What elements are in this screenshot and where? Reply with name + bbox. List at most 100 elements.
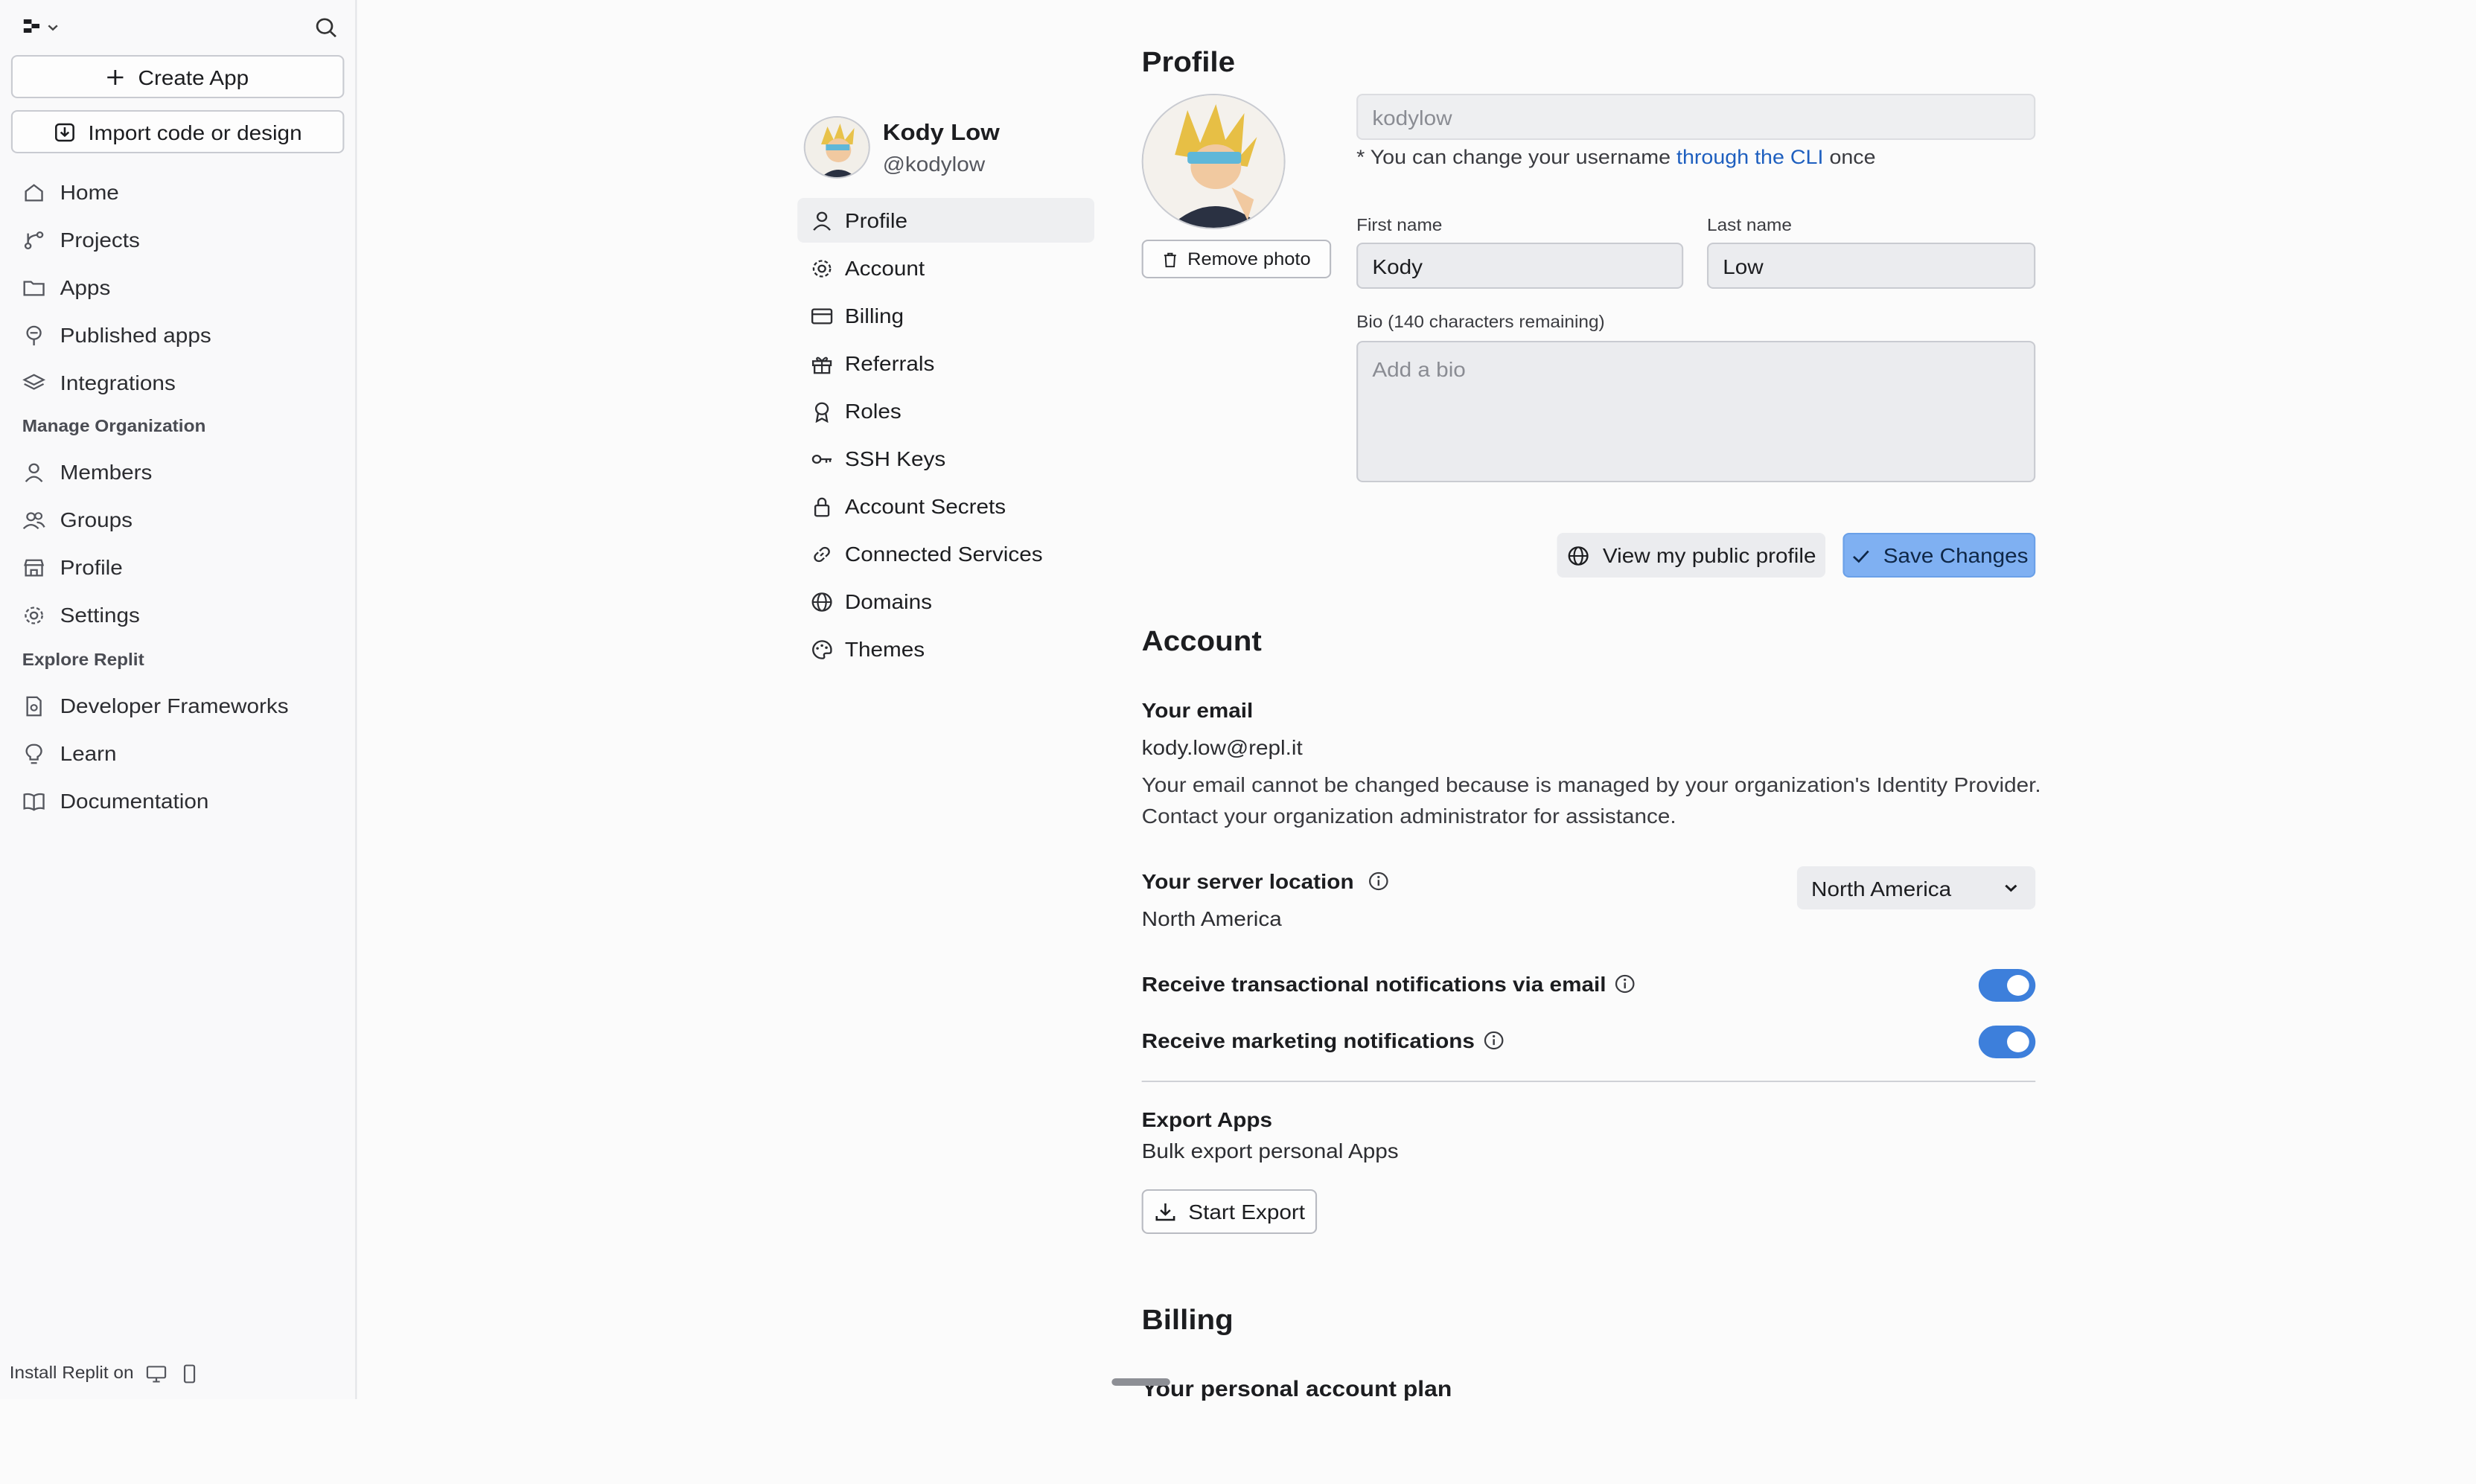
settings-nav-label: Billing — [844, 304, 904, 327]
home-icon — [25, 183, 43, 201]
transactional-notifications-label: Receive transactional notifications via … — [1141, 972, 1606, 996]
settings-nav-account-secrets[interactable]: Account Secrets — [797, 484, 1094, 528]
avatar-image-icon — [805, 118, 869, 177]
marketing-notifications-toggle[interactable] — [1978, 1026, 2036, 1058]
transactional-notifications-row: Receive transactional notifications via … — [1142, 972, 1636, 996]
settings-nav-label: Roles — [844, 399, 902, 423]
profile-photo[interactable] — [1141, 94, 1286, 229]
mobile-icon[interactable] — [178, 1363, 200, 1384]
settings-nav-themes[interactable]: Themes — [797, 627, 1094, 671]
remove-photo-label: Remove photo — [1187, 249, 1311, 269]
user-icon — [813, 211, 831, 230]
profile-photo-image-icon — [1143, 95, 1284, 228]
users-icon — [22, 511, 45, 529]
settings-nav-profile[interactable]: Profile — [797, 198, 1094, 243]
start-export-button[interactable]: Start Export — [1141, 1189, 1318, 1234]
card-icon — [811, 307, 833, 324]
workspace-switcher[interactable] — [22, 18, 60, 36]
sidebar-header — [22, 12, 338, 42]
server-location-label: Your server location — [1141, 869, 1354, 893]
sidebar-item-label: Members — [60, 460, 153, 484]
desktop-icon[interactable] — [144, 1363, 167, 1384]
last-name-label: Last name — [1707, 217, 1792, 235]
user-card: Kody Low @kodylow — [803, 116, 1000, 179]
cli-link[interactable]: through the CLI — [1676, 146, 1823, 168]
first-name-field[interactable]: Kody — [1356, 243, 1684, 289]
gear-icon — [812, 259, 832, 277]
search-icon[interactable] — [314, 16, 338, 38]
download-icon — [1155, 1203, 1175, 1221]
projects-icon — [24, 231, 44, 249]
settings-nav-connected-services[interactable]: Connected Services — [797, 531, 1094, 576]
layers-icon — [22, 373, 46, 389]
settings-nav-account[interactable]: Account — [797, 246, 1094, 290]
settings-nav-roles[interactable]: Roles — [797, 388, 1094, 433]
sidebar-item-org-profile[interactable]: Profile — [22, 549, 123, 585]
manage-organization-heading: Manage Organization — [22, 418, 206, 436]
create-app-button[interactable]: Create App — [10, 55, 345, 98]
billing-heading: Billing — [1141, 1305, 1234, 1337]
plus-icon — [108, 69, 124, 84]
profile-heading: Profile — [1141, 48, 1236, 79]
settings-nav-ssh-keys[interactable]: SSH Keys — [797, 436, 1094, 481]
sidebar-item-documentation[interactable]: Documentation — [22, 783, 209, 819]
settings-nav-label: Account Secrets — [844, 494, 1006, 518]
view-public-profile-button[interactable]: View my public profile — [1557, 533, 1826, 578]
info-icon[interactable] — [1482, 1030, 1505, 1051]
framework-icon — [26, 695, 42, 716]
sidebar-item-published-apps[interactable]: Published apps — [22, 317, 211, 353]
import-icon — [54, 122, 74, 141]
sidebar-item-label: Documentation — [60, 789, 209, 813]
sidebar-item-label: Developer Frameworks — [60, 694, 289, 717]
transactional-notifications-toggle[interactable] — [1978, 969, 2036, 1002]
sidebar-item-developer-frameworks[interactable]: Developer Frameworks — [22, 688, 289, 723]
import-label: Import code or design — [88, 120, 302, 144]
gear-icon — [25, 606, 43, 624]
globe-icon — [1568, 546, 1589, 565]
sidebar-item-members[interactable]: Members — [22, 454, 153, 490]
save-changes-button[interactable]: Save Changes — [1842, 533, 2036, 578]
settings-nav-label: Account — [844, 256, 925, 280]
settings-nav-label: Connected Services — [844, 542, 1043, 566]
view-public-profile-label: View my public profile — [1602, 543, 1816, 567]
save-changes-label: Save Changes — [1883, 543, 2029, 567]
server-location-value: North America — [1141, 906, 1282, 930]
sidebar-item-settings[interactable]: Settings — [22, 597, 140, 633]
settings-nav-domains[interactable]: Domains — [797, 579, 1094, 624]
info-icon[interactable] — [1368, 871, 1391, 892]
divider — [1141, 1081, 2036, 1082]
sidebar-item-learn[interactable]: Learn — [22, 735, 117, 771]
sidebar-item-label: Projects — [60, 228, 140, 252]
chevron-down-icon — [2005, 884, 2017, 892]
horizontal-scrollbar[interactable] — [1111, 1378, 1170, 1386]
sidebar-item-label: Groups — [60, 508, 133, 531]
link-icon — [814, 546, 830, 562]
username-field[interactable]: kodylow — [1356, 94, 2036, 140]
bio-textarea[interactable]: Add a bio — [1356, 341, 2036, 482]
settings-nav-label: SSH Keys — [844, 447, 946, 470]
sidebar-item-groups[interactable]: Groups — [22, 502, 133, 537]
last-name-field[interactable]: Low — [1707, 243, 2036, 289]
server-location-heading: Your server location — [1142, 869, 1391, 893]
email-value: kody.low@repl.it — [1141, 735, 1303, 759]
server-location-select[interactable]: North America — [1796, 866, 2036, 909]
username-hint-prefix: * You can change your username — [1356, 146, 1671, 168]
sidebar-item-label: Integrations — [60, 371, 176, 394]
info-icon[interactable] — [1614, 973, 1636, 994]
settings-nav-label: Profile — [844, 208, 908, 232]
settings-nav-billing[interactable]: Billing — [797, 293, 1094, 338]
import-button[interactable]: Import code or design — [10, 110, 345, 153]
username-hint-suffix: once — [1829, 146, 1876, 168]
last-name-value: Low — [1723, 254, 1764, 278]
settings-nav-label: Referrals — [844, 351, 935, 375]
sidebar-item-home[interactable]: Home — [22, 174, 119, 210]
replit-logo-icon — [23, 19, 40, 33]
sidebar-item-apps[interactable]: Apps — [22, 269, 110, 305]
app-sidebar: Create App Import code or design Home Pr… — [0, 0, 357, 1399]
sidebar-item-projects[interactable]: Projects — [22, 222, 140, 258]
username-value: kodylow — [1372, 105, 1452, 129]
settings-nav-referrals[interactable]: Referrals — [797, 341, 1094, 386]
sidebar-item-integrations[interactable]: Integrations — [22, 365, 176, 400]
remove-photo-button[interactable]: Remove photo — [1141, 240, 1332, 278]
store-icon — [24, 558, 45, 576]
